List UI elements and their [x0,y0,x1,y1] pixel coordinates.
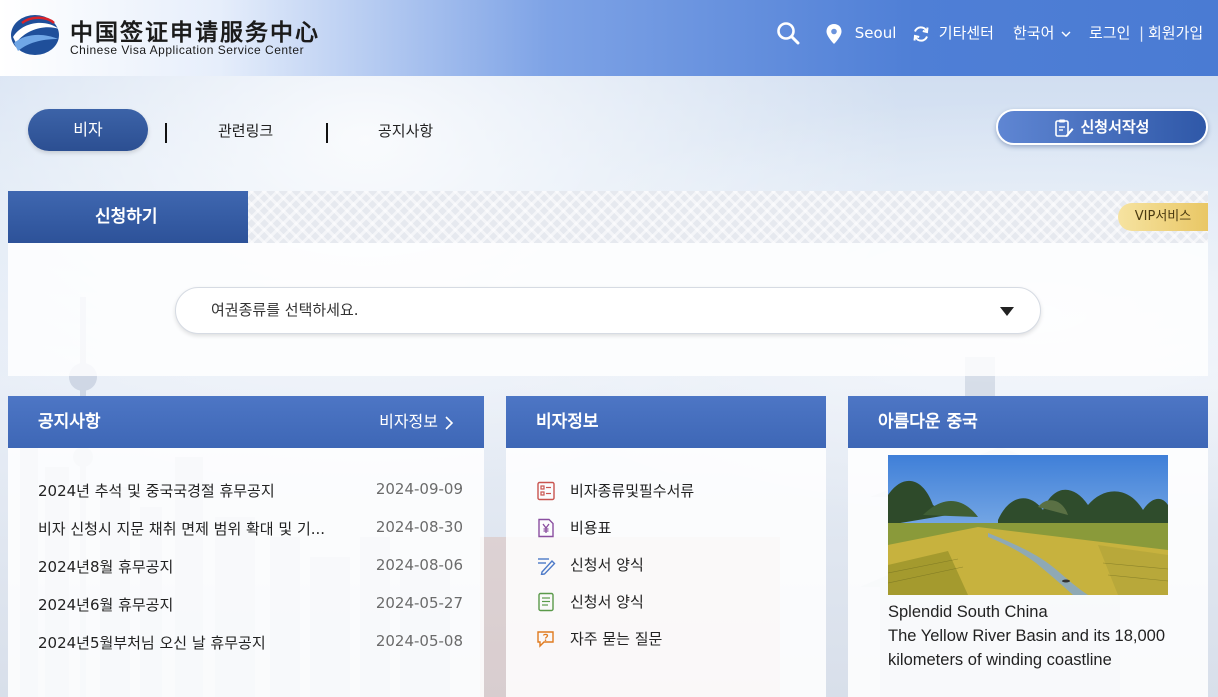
visa-info-item-label: 신청서 양식 [570,556,644,574]
notice-item-title: 2024년 추석 및 중국국경절 휴무공지 [38,482,275,500]
notice-item-date: 2024-08-06 [375,556,463,574]
visa-info-item-label: 신청서 양식 [570,593,644,611]
site-header: 中国签证申请服务中心 Chinese Visa Application Serv… [0,0,1218,76]
beautiful-china-card: 아름다운 중국 Splendid South China The Yellow … [848,396,1208,697]
notice-item-date: 2024-05-27 [375,594,463,612]
visa-info-more-label: 비자정보 [379,412,438,431]
notice-item-title: 2024년6월 휴무공지 [38,596,174,614]
visa-info-card-title: 비자정보 [536,412,599,432]
visa-info-item-label: 자주 묻는 질문 [570,630,663,648]
notice-item[interactable]: 2024년8월 휴무공지 2024-08-06 [38,556,463,578]
search-icon [777,22,800,45]
write-application-button[interactable]: 신청서작성 [996,109,1208,145]
beautiful-china-card-title: 아름다운 중국 [878,412,978,432]
nav-tab-visa[interactable]: 비자 [28,109,148,151]
apply-tab[interactable]: 신청하기 [8,191,248,243]
beautiful-china-card-header: 아름다운 중국 [848,396,1208,448]
logo-chinese-text: 中国签证申请服务中心 [70,19,320,46]
beautiful-china-caption: Splendid South China The Yellow River Ba… [888,603,1166,669]
document-list-icon [537,481,555,501]
notice-item[interactable]: 비자 신청시 지문 채취 면제 범위 확대 및 기... 2024-08-30 [38,518,463,540]
search-button[interactable] [776,21,800,45]
chevron-down-icon [1061,31,1071,37]
other-center-label: 기타센터 [938,24,994,42]
other-center-link[interactable]: 기타센터 [912,22,994,44]
notice-card: 공지사항 비자정보 2024년 추석 및 중국국경절 휴무공지 2024-09-… [8,396,484,697]
notice-item-title: 2024년8월 휴무공지 [38,558,174,576]
vip-service-button[interactable]: VIP서비스 [1118,203,1208,231]
nav-tab-related-links[interactable]: 관련링크 [218,120,273,141]
landscape-illustration [888,455,1168,595]
location-selector[interactable]: Seoul [826,22,896,44]
header-divider: | [1139,24,1145,42]
language-selector[interactable]: 한국어 [1013,22,1071,44]
notice-card-title: 공지사항 [38,412,101,432]
notice-item-date: 2024-05-08 [375,632,463,650]
passport-type-placeholder: 여권종류를 선택하세요. [211,301,359,319]
faq-icon [537,631,554,648]
login-link[interactable]: 로그인 [1089,22,1130,44]
notice-card-header: 공지사항 비자정보 [8,396,484,448]
notice-item[interactable]: 2024년 추석 및 중국국경절 휴무공지 2024-09-09 [38,480,463,502]
notice-item-title: 비자 신청시 지문 채취 면제 범위 확대 및 기... [38,520,326,538]
passport-type-select[interactable]: 여권종류를 선택하세요. [175,287,1041,334]
write-application-label: 신청서작성 [1080,118,1150,136]
notice-item-date: 2024-08-30 [375,518,463,536]
dropdown-caret-icon [1000,307,1014,316]
site-logo[interactable]: 中国签证申请服务中心 Chinese Visa Application Serv… [8,11,318,61]
nav-divider [165,123,167,143]
logo-emblem-icon [11,15,59,55]
refresh-icon [913,25,929,42]
notice-item-date: 2024-09-09 [375,480,463,498]
nav-divider [326,123,328,143]
visa-info-more-link[interactable]: 비자정보 [379,396,454,448]
visa-info-card-header: 비자정보 [506,396,826,448]
signup-link[interactable]: 회원가입 [1148,22,1203,44]
edit-document-icon [1055,119,1074,137]
pen-icon [538,558,556,575]
visa-info-card: 비자정보 비자종류및필수서류 비용표 신청서 양식 신청서 양식 자주 묻는 질… [506,396,826,697]
nav-tab-notice[interactable]: 공지사항 [378,120,433,141]
location-pin-icon [826,23,842,44]
notice-item-title: 2024년5월부처님 오신 날 휴무공지 [38,634,266,652]
form-icon [538,592,554,612]
notice-item[interactable]: 2024년5월부처님 오신 날 휴무공지 2024-05-08 [38,632,463,654]
landscape-photo[interactable] [888,455,1168,595]
visa-info-item-label: 비용표 [570,519,612,537]
language-label: 한국어 [1013,24,1055,42]
logo-english-text: Chinese Visa Application Service Center [70,43,305,57]
visa-info-item-label: 비자종류및필수서류 [570,482,695,500]
yen-icon [538,518,554,538]
location-label: Seoul [854,24,897,42]
notice-item[interactable]: 2024년6월 휴무공지 2024-05-27 [38,594,463,616]
chevron-right-icon [445,415,454,430]
